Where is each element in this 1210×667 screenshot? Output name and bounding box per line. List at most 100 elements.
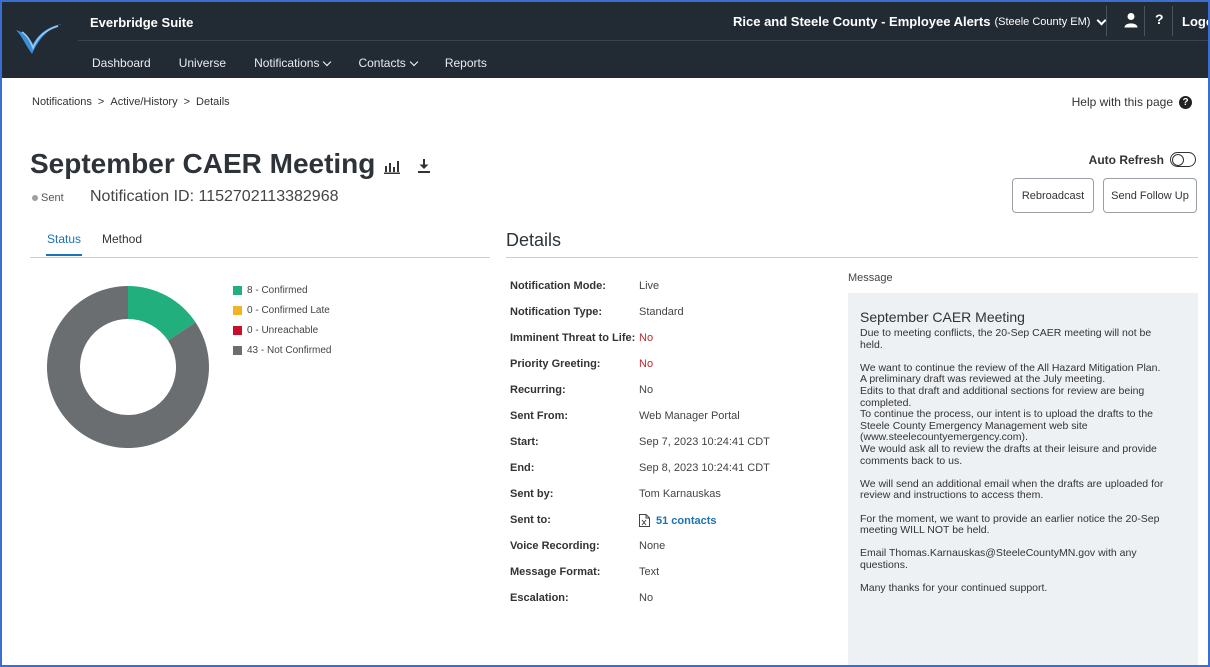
everbridge-logo-icon[interactable] (14, 18, 64, 60)
legend-label: 8 - Confirmed (247, 284, 308, 296)
nav-notifications[interactable]: Notifications (254, 56, 332, 70)
suite-title[interactable]: Everbridge Suite (90, 15, 193, 30)
breadcrumb-active-history[interactable]: Active/History (110, 96, 177, 108)
detail-label: Notification Type: (510, 306, 603, 318)
detail-value: No (639, 384, 654, 396)
detail-label: Notification Mode: (510, 280, 606, 292)
message-line (860, 502, 1186, 514)
help-with-page-link[interactable]: Help with this page ? (1072, 95, 1192, 109)
nav-label: Dashboard (92, 56, 151, 70)
message-line: questions. (860, 558, 908, 571)
legend-swatch (233, 305, 242, 315)
help-page-label: Help with this page (1071, 95, 1173, 109)
message-line: review and instructions to access them. (860, 489, 1044, 502)
message-line: We would ask all to review the drafts at… (860, 442, 1157, 455)
download-icon[interactable] (417, 158, 431, 174)
detail-value: No (639, 592, 654, 604)
nav-dashboard[interactable]: Dashboard (92, 56, 151, 70)
main-nav: Dashboard Universe Notifications Contact… (92, 56, 515, 70)
legend-item[interactable]: 43 - Not Confirmed (233, 340, 331, 360)
nav-reports[interactable]: Reports (445, 56, 487, 70)
header-separator (1144, 6, 1145, 36)
chevron-down-icon (409, 57, 419, 66)
question-circle-icon: ? (1179, 95, 1192, 109)
legend-label: 0 - Unreachable (247, 324, 319, 336)
spreadsheet-icon (639, 514, 650, 527)
page-title: September CAER Meeting (30, 148, 376, 179)
message-line: Many thanks for your continued support. (860, 582, 1048, 595)
header-separator (1172, 6, 1173, 36)
detail-value: None (639, 540, 666, 552)
help-icon[interactable]: ? (1155, 11, 1164, 27)
message-line: held. (860, 338, 883, 351)
organization-selector[interactable]: Rice and Steele County - Employee Alerts… (733, 14, 1109, 29)
legend-item[interactable]: 0 - Unreachable (233, 320, 331, 340)
user-icon[interactable] (1124, 12, 1138, 28)
nav-universe[interactable]: Universe (179, 56, 226, 70)
legend-item[interactable]: 0 - Confirmed Late (233, 300, 331, 320)
breadcrumb-notifications[interactable]: Notifications (32, 96, 92, 108)
detail-label: Escalation: (510, 592, 569, 604)
detail-label: Voice Recording: (510, 540, 600, 552)
legend-label: 0 - Confirmed Late (247, 304, 330, 316)
detail-label: Sent to: (510, 514, 551, 526)
send-follow-up-button[interactable]: Send Follow Up (1103, 178, 1197, 213)
detail-value: Live (639, 280, 660, 292)
organization-name: Rice and Steele County - Employee Alerts (733, 14, 991, 29)
organization-sub: (Steele County EM) (994, 15, 1091, 28)
message-line: To continue the process, our intent is t… (860, 408, 1154, 421)
notification-id: Notification ID: 1152702113382968 (90, 188, 339, 205)
auto-refresh-toggle[interactable] (1170, 152, 1196, 167)
breadcrumb-separator: > (97, 96, 105, 108)
top-header: Everbridge Suite Rice and Steele County … (0, 0, 1210, 78)
details-divider (506, 257, 1198, 258)
status-badge: Sent (41, 192, 64, 204)
nav-label: Universe (178, 56, 227, 70)
legend-item[interactable]: 8 - Confirmed (233, 280, 331, 300)
rebroadcast-button[interactable]: Rebroadcast (1012, 178, 1094, 213)
detail-label: Recurring: (510, 384, 566, 396)
message-title: September CAER Meeting (860, 309, 1025, 325)
detail-label: Priority Greeting: (510, 358, 601, 370)
nav-label: Contacts (358, 56, 406, 70)
tab-status[interactable]: Status (46, 232, 83, 256)
detail-value: Sep 8, 2023 10:24:41 CDT (639, 462, 770, 474)
detail-value: Standard (639, 306, 684, 318)
legend-swatch (233, 345, 242, 355)
nav-label: Reports (444, 56, 487, 70)
detail-value: Sep 7, 2023 10:24:41 CDT (639, 436, 770, 448)
nav-label: Notifications (254, 56, 320, 70)
message-panel: September CAER Meeting Due to meeting co… (848, 293, 1198, 665)
detail-label: Message Format: (510, 566, 601, 578)
detail-label: Sent by: (510, 488, 554, 500)
nav-contacts[interactable]: Contacts (358, 56, 419, 70)
contacts-count: 51 contacts (656, 514, 717, 527)
detail-label: End: (510, 462, 535, 474)
logout-link[interactable]: Logout (1182, 14, 1210, 29)
message-line: Email Thomas.Karnauskas@SteeleCountyMN.g… (860, 547, 1137, 560)
message-label: Message (848, 272, 893, 284)
message-line (860, 467, 1186, 479)
detail-value: Web Manager Portal (639, 410, 740, 422)
detail-label: Sent From: (510, 410, 569, 422)
message-body: Due to meeting conflicts, the 20-Sep CAE… (860, 327, 1186, 595)
details-title: Details (506, 230, 562, 250)
header-separator (1106, 6, 1107, 36)
breadcrumb: Notifications > Active/History > Details (32, 96, 230, 108)
breadcrumb-separator: > (183, 96, 191, 108)
detail-label: Start: (510, 436, 539, 448)
message-line: Due to meeting conflicts, the 20-Sep CAE… (860, 327, 1152, 339)
status-tabs: Status Method (30, 232, 490, 258)
legend-label: 43 - Not Confirmed (247, 344, 332, 356)
status-dot-icon (32, 195, 38, 201)
breadcrumb-details: Details (196, 96, 230, 108)
detail-label: Imminent Threat to Life: (510, 332, 636, 344)
message-line: meeting WILL NOT be held. (860, 524, 990, 537)
bar-chart-icon[interactable] (384, 160, 400, 174)
auto-refresh: Auto Refresh (1089, 152, 1196, 167)
chart-legend: 8 - Confirmed 0 - Confirmed Late 0 - Unrea… (233, 280, 331, 360)
legend-swatch (233, 325, 242, 335)
status-donut-chart (46, 286, 209, 448)
sent-to-contacts-link[interactable]: 51 contacts (639, 514, 717, 527)
tab-method[interactable]: Method (102, 232, 142, 254)
